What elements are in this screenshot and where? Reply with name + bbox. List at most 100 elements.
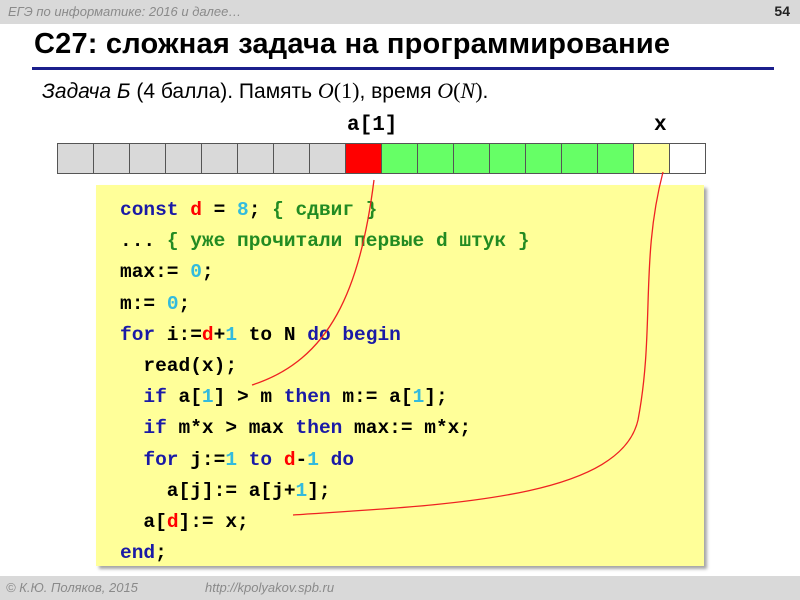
code-line: read(x);	[120, 355, 237, 377]
code-token: 1	[307, 448, 319, 471]
slide-title: С27: сложная задача на программирование	[34, 28, 671, 60]
code-token: read(x);	[120, 355, 238, 378]
code-line: for i:=d+1 to N do begin	[120, 324, 401, 346]
time-label: , время	[359, 80, 438, 103]
code-line: ... { уже прочитали первые d штук }	[120, 230, 530, 252]
array-cell-green	[526, 144, 562, 173]
code-line: a[j]:= a[j+1];	[120, 480, 331, 502]
code-token: ...	[120, 230, 167, 253]
code-line: if a[1] > m then m:= a[1];	[120, 386, 448, 409]
array-cell-green	[418, 144, 454, 173]
header-bar: ЕГЭ по информатике: 2016 и далее… 54	[0, 0, 800, 24]
code-token: d	[166, 511, 179, 534]
code-token: d	[190, 199, 202, 221]
code-token: 1	[201, 386, 214, 409]
code-token: for	[143, 448, 179, 471]
code-token: m:= a[	[330, 386, 413, 409]
code-token: ;	[178, 292, 191, 315]
array-cell-grey	[94, 144, 130, 173]
code-line: if m*x > max then max:= m*x;	[120, 417, 471, 439]
array-cell-green	[562, 144, 598, 173]
code-token: if	[143, 417, 167, 440]
memory-complexity: O(1)	[318, 78, 360, 103]
author-url[interactable]: http://kpolyakov.spb.ru	[205, 580, 334, 595]
array-cell-grey	[274, 144, 310, 173]
code-token: ]:= x;	[178, 511, 249, 534]
array-label-a1: a[1]	[347, 114, 398, 137]
code-token: to	[248, 448, 273, 471]
code-token: -	[295, 448, 308, 471]
paren-open: (	[453, 78, 461, 103]
array-cell-red	[346, 144, 382, 173]
code-token: 8	[237, 199, 249, 221]
code-token: 0	[166, 292, 179, 315]
array-cell-white	[670, 144, 706, 173]
code-line: const d = 8; { сдвиг }	[120, 199, 377, 221]
array-cell-green	[382, 144, 418, 173]
code-listing: const d = 8; { сдвиг } ... { уже прочита…	[120, 195, 530, 569]
array-cell-grey	[310, 144, 346, 173]
time-complexity: O(N)	[437, 78, 482, 103]
array-cell-grey	[58, 144, 94, 173]
code-token: 1	[412, 386, 425, 409]
array-label-x: x	[654, 114, 667, 137]
array-cell-yellow	[634, 144, 670, 173]
code-token: a[	[120, 511, 167, 534]
code-line: for j:=1 to d-1 do	[120, 449, 354, 471]
code-token: if	[143, 386, 167, 409]
paren-close: )	[475, 78, 483, 103]
code-line: end;	[120, 542, 167, 564]
code-token: ] > m	[213, 386, 284, 409]
array-diagram	[57, 143, 706, 174]
array-cell-green	[490, 144, 526, 173]
code-line: a[d]:= x;	[120, 511, 249, 534]
code-token: const	[120, 199, 179, 221]
code-token: m:=	[120, 292, 167, 315]
code-token: for	[120, 323, 156, 346]
code-token: d	[283, 448, 296, 471]
complexity-arg: N	[460, 78, 476, 103]
code-token: max:= m*x;	[342, 417, 472, 440]
subtitle-end: .	[482, 80, 489, 103]
code-token: ;	[201, 261, 214, 284]
code-token: then	[295, 417, 343, 440]
course-title: ЕГЭ по информатике: 2016 и далее…	[8, 4, 242, 19]
code-token: d	[201, 323, 214, 346]
code-token: j:=	[178, 448, 226, 471]
array-cell-green	[598, 144, 634, 173]
code-token: +	[213, 323, 226, 346]
code-token: ;	[155, 542, 167, 565]
array-cell-grey	[130, 144, 166, 173]
code-line: m:= 0;	[120, 293, 190, 315]
code-token: { уже прочитали первые d штук }	[166, 230, 530, 253]
array-cell-grey	[202, 144, 238, 173]
code-block: const d = 8; { сдвиг } ... { уже прочита…	[96, 185, 704, 566]
code-token: ;	[248, 199, 273, 221]
code-line: max:= 0;	[120, 261, 214, 283]
task-points: (4 балла). Память	[130, 80, 318, 103]
footer-bar: © К.Ю. Поляков, 2015 http://kpolyakov.sp…	[0, 576, 800, 600]
code-token: then	[283, 386, 331, 409]
code-token: end	[120, 542, 156, 565]
code-token: begin	[342, 323, 401, 346]
array-cell-grey	[238, 144, 274, 173]
code-token: 1	[225, 448, 238, 471]
code-token: to N	[237, 323, 308, 346]
big-o: O	[317, 78, 334, 103]
code-token: 1	[295, 479, 308, 502]
page-number: 54	[774, 3, 790, 19]
code-token: m*x > max	[166, 417, 296, 440]
code-token: 0	[190, 261, 202, 284]
code-token: i:=	[155, 323, 202, 346]
code-token: ];	[424, 386, 448, 409]
complexity-arg: 1	[341, 78, 353, 103]
code-token: =	[201, 199, 238, 221]
code-token: a[j]:= a[j+	[120, 479, 296, 502]
